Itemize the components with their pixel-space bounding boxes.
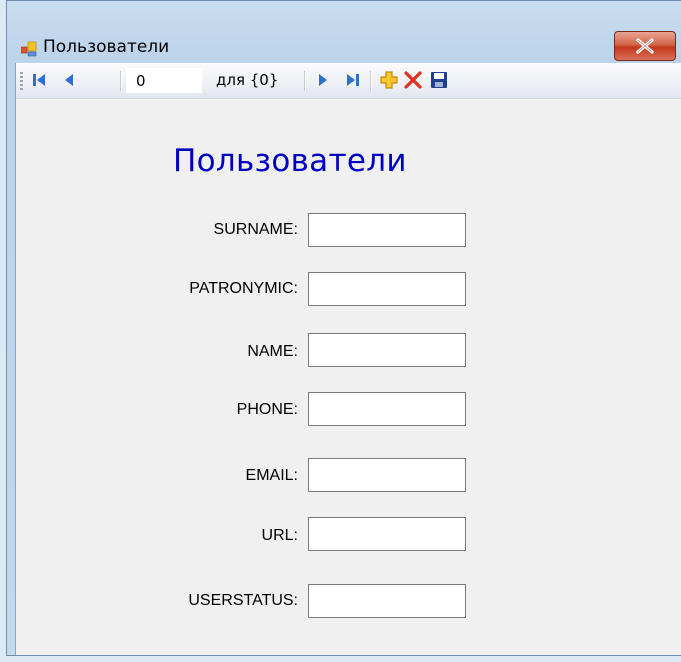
userstatus-field[interactable] (308, 584, 466, 618)
close-icon (636, 38, 654, 54)
toolbar-separator (120, 71, 122, 91)
app-icon (21, 41, 37, 57)
delete-icon (404, 71, 422, 89)
email-label: EMAIL: (245, 467, 298, 484)
name-label: NAME: (247, 343, 298, 360)
toolbar-separator (304, 71, 306, 91)
move-first-button[interactable] (28, 69, 50, 91)
patronymic-field[interactable] (308, 272, 466, 306)
add-new-button[interactable] (378, 69, 400, 91)
move-next-button[interactable] (312, 69, 334, 91)
phone-label: PHONE: (236, 401, 298, 418)
userstatus-label: USERSTATUS: (188, 592, 298, 609)
count-label: для {0} (216, 71, 279, 89)
save-button[interactable] (428, 69, 450, 91)
window-title: Пользователи (43, 37, 170, 57)
form-title: Пользователи (173, 143, 407, 179)
add-new-icon (380, 71, 398, 89)
binding-navigator: для {0} (16, 63, 681, 99)
toolbar-separator (370, 71, 372, 91)
title-bar[interactable]: Пользователи (7, 1, 681, 63)
form-client-area: для {0} (15, 63, 681, 655)
phone-field[interactable] (308, 392, 466, 426)
position-input[interactable] (126, 68, 202, 93)
move-first-icon (33, 74, 45, 86)
toolbar-grip[interactable] (20, 72, 23, 90)
email-field[interactable] (308, 458, 466, 492)
surname-field[interactable] (308, 213, 466, 247)
move-last-button[interactable] (342, 69, 364, 91)
app-window: Пользователи для {0} (6, 0, 681, 656)
save-icon (431, 72, 447, 88)
delete-button[interactable] (402, 69, 424, 91)
url-label: URL: (261, 527, 298, 544)
url-field[interactable] (308, 517, 466, 551)
move-next-icon (319, 74, 327, 86)
surname-label: SURNAME: (213, 221, 298, 238)
move-last-icon (347, 74, 359, 86)
move-previous-button[interactable] (58, 69, 80, 91)
move-previous-icon (65, 74, 73, 86)
name-field[interactable] (308, 333, 466, 367)
close-button[interactable] (614, 31, 676, 61)
patronymic-label: PATRONYMIC: (189, 280, 298, 297)
